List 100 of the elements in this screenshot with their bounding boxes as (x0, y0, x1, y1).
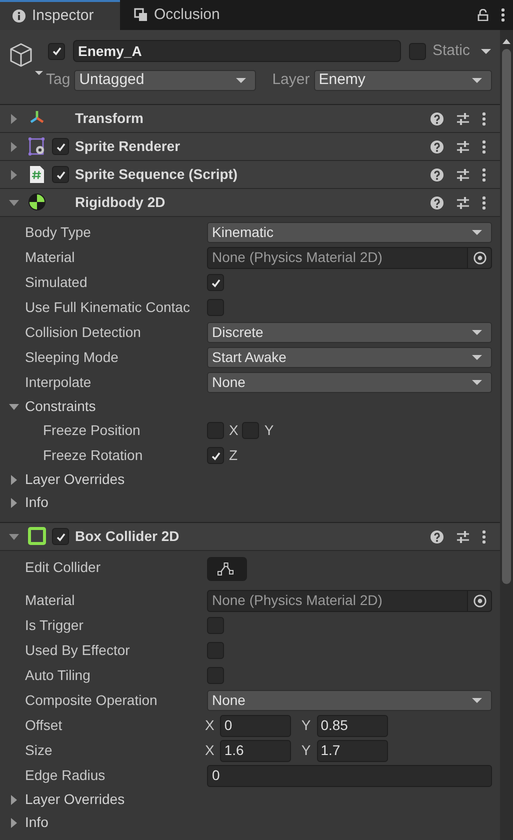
dropdown[interactable]: Discrete (207, 322, 492, 343)
preset-sliders-icon[interactable] (456, 530, 470, 544)
property-label: Used By Effector (25, 642, 130, 658)
component-title: Sprite Renderer (75, 137, 180, 156)
number-field[interactable]: 1.6 (220, 740, 292, 762)
property-label: Sleeping Mode (25, 349, 118, 365)
help-icon[interactable] (430, 140, 444, 154)
checkbox[interactable] (207, 617, 224, 634)
number-field[interactable]: 0.85 (316, 714, 388, 736)
more-options-icon[interactable] (482, 196, 486, 210)
checkbox[interactable] (207, 299, 224, 316)
dropdown-arrow-icon (471, 354, 483, 361)
checkbox[interactable] (207, 667, 224, 684)
property-label: Edit Collider (25, 559, 100, 575)
enabled-checkbox[interactable] (52, 166, 69, 183)
preset-sliders-icon[interactable] (456, 140, 470, 154)
checkbox[interactable] (207, 422, 224, 439)
overlapping-squares-icon (134, 8, 148, 22)
dropdown-arrow-icon (471, 76, 483, 84)
foldout[interactable]: Layer Overrides (0, 788, 125, 811)
scrollbar-thumb[interactable] (502, 49, 511, 584)
number-field[interactable]: 1.7 (316, 740, 388, 762)
more-options-icon[interactable] (482, 140, 486, 154)
help-icon[interactable] (430, 196, 444, 210)
component-header[interactable]: Sprite Sequence (Script) (0, 161, 500, 189)
more-options-icon[interactable] (482, 112, 486, 126)
dropdown-arrow-icon (471, 379, 483, 386)
property-label: Auto Tiling (25, 667, 90, 683)
script-file-icon (28, 165, 46, 184)
help-icon[interactable] (430, 168, 444, 182)
property-label: Simulated (25, 274, 88, 290)
dropdown-arrow-icon (471, 697, 483, 704)
axis-label: Y (301, 741, 311, 760)
foldout[interactable]: Info (0, 811, 48, 834)
number-field[interactable]: 0 (207, 764, 492, 786)
tab[interactable]: Occlusion (120, 0, 232, 30)
preset-sliders-icon[interactable] (456, 168, 470, 182)
tag-dropdown[interactable]: Untagged (74, 70, 256, 90)
component-header[interactable]: Sprite Renderer (0, 133, 500, 161)
object-picker-icon[interactable] (472, 594, 486, 608)
info-icon (12, 9, 26, 23)
tab[interactable]: Inspector (0, 0, 120, 30)
name-field[interactable]: Enemy_A (73, 40, 402, 62)
number-field[interactable]: 0 (220, 714, 292, 736)
component-header[interactable]: Rigidbody 2D (0, 189, 500, 217)
dropdown-arrow-icon (471, 329, 483, 336)
static-checkbox[interactable] (409, 42, 426, 60)
enabled-checkbox[interactable] (52, 138, 69, 155)
object-picker-icon[interactable] (472, 250, 486, 264)
active-checkbox[interactable] (48, 42, 65, 60)
property-label: Material (25, 249, 75, 265)
layer-label: Layer (272, 70, 310, 90)
property-label: Freeze Position (43, 422, 140, 438)
property-label: Composite Operation (25, 692, 158, 708)
property-label: Size (25, 742, 52, 758)
object-field[interactable]: None (Physics Material 2D) (207, 246, 492, 268)
property-label: Collision Detection (25, 324, 141, 340)
axis-label: Y (264, 421, 274, 440)
component-title: Box Collider 2D (75, 527, 180, 546)
help-icon[interactable] (430, 112, 444, 126)
axis-label: X (205, 741, 214, 760)
component-header[interactable]: Transform (0, 105, 500, 133)
checkbox[interactable] (207, 447, 224, 464)
object-field[interactable]: None (Physics Material 2D) (207, 590, 492, 612)
component-header[interactable]: Box Collider 2D (0, 523, 500, 551)
dropdown[interactable]: Kinematic (207, 222, 492, 243)
lock-icon[interactable] (477, 9, 489, 21)
foldout[interactable]: Layer Overrides (0, 468, 125, 491)
box-collider-icon (28, 527, 46, 546)
property-label: Edge Radius (25, 767, 106, 783)
help-icon[interactable] (430, 530, 444, 544)
dropdown[interactable]: None (207, 690, 492, 711)
property-label: Interpolate (25, 374, 92, 390)
dropdown[interactable]: None (207, 372, 492, 393)
property-label: Freeze Rotation (43, 447, 143, 463)
scrollbar[interactable] (500, 30, 513, 840)
checkbox[interactable] (242, 422, 260, 439)
axis-label: X (205, 716, 214, 735)
property-label: Body Type (25, 224, 91, 240)
edit-collider-button[interactable] (207, 557, 247, 581)
preset-sliders-icon[interactable] (456, 112, 470, 126)
dropdown-arrow-icon (471, 229, 483, 236)
more-options-icon[interactable] (501, 8, 505, 22)
enabled-checkbox[interactable] (52, 528, 69, 545)
foldout[interactable]: Constraints (0, 395, 96, 418)
sprite-renderer-icon (28, 137, 46, 156)
more-options-icon[interactable] (482, 168, 486, 182)
dropdown[interactable]: Start Awake (207, 347, 492, 368)
more-options-icon[interactable] (482, 530, 486, 544)
axis-label: X (229, 421, 238, 440)
checkbox[interactable] (207, 274, 224, 291)
component-title: Sprite Sequence (Script) (75, 165, 238, 184)
checkbox[interactable] (207, 642, 224, 659)
rigidbody-circle-icon (28, 193, 46, 212)
component-title: Rigidbody 2D (75, 193, 166, 212)
preset-sliders-icon[interactable] (456, 196, 470, 210)
property-label: Material (25, 592, 75, 608)
foldout[interactable]: Info (0, 491, 48, 514)
dropdown-arrow-icon[interactable] (480, 48, 492, 54)
layer-dropdown[interactable]: Enemy (314, 70, 492, 90)
